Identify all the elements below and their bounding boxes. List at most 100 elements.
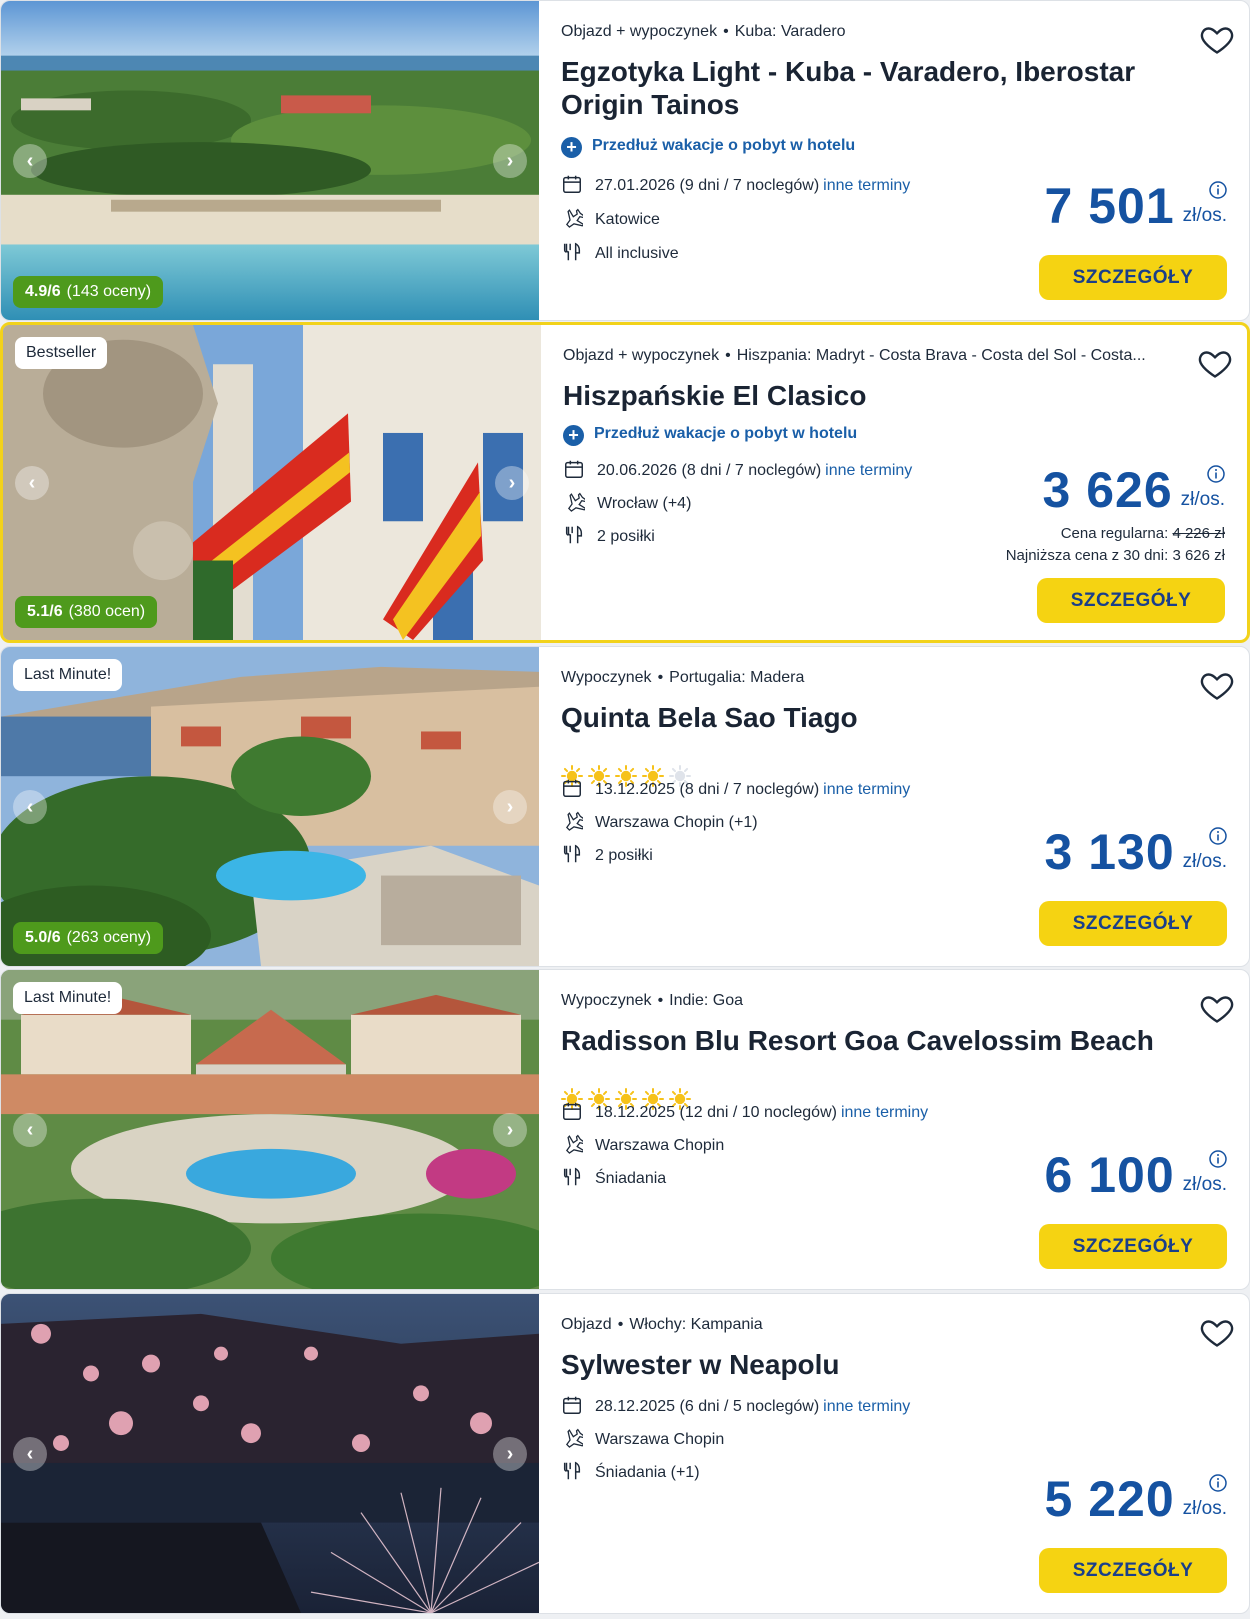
details-button[interactable]: SZCZEGÓŁY (1039, 901, 1227, 946)
offer-card-featured[interactable]: Bestseller ‹ › 5.1/6 (380 ocen) Objazd + … (0, 322, 1250, 643)
photo-prev-button[interactable]: ‹ (13, 1436, 47, 1471)
offer-photo[interactable]: Last Minute! ‹ › (1, 970, 539, 1289)
details-button[interactable]: SZCZEGÓŁY (1039, 1224, 1227, 1269)
offer-category: Wypoczynek (561, 669, 652, 686)
other-dates-link[interactable]: inne terminy (823, 781, 910, 798)
offer-title[interactable]: Radisson Blu Resort Goa Cavelossim Beach (561, 1024, 1181, 1057)
price-unit: zł/os. (1182, 205, 1227, 226)
info-icon[interactable] (1207, 465, 1225, 483)
price-amount: 6 100 (1044, 1147, 1175, 1203)
info-icon[interactable] (1209, 181, 1227, 199)
fork-knife-icon (561, 1460, 583, 1482)
offer-board-row: Śniadania (561, 1166, 666, 1188)
offer-date-row: 27.01.2026 (9 dni / 7 noclegów) inne term… (561, 173, 910, 195)
calendar-icon (563, 458, 585, 480)
offer-date: 28.12.2025 (6 dni / 5 noclegów) (595, 1398, 820, 1415)
extend-stay-link[interactable]: + Przedłuż wakacje o pobyt w hotelu (561, 137, 855, 158)
offer-board-row: Śniadania (+1) (561, 1460, 700, 1482)
extend-label: Przedłuż wakacje o pobyt w hotelu (592, 137, 856, 154)
offer-date-row: 20.06.2026 (8 dni / 7 noclegów) inne term… (563, 458, 912, 480)
plane-icon (561, 1427, 586, 1449)
offer-title[interactable]: Hiszpańskie El Clasico (563, 379, 1183, 412)
plane-icon (563, 491, 588, 513)
offer-photo[interactable]: Last Minute! ‹ › 5.0/6 (263 oceny) (1, 647, 539, 966)
lowest-price-row: Najniższa cena z 30 dni: 3 626 zł (1006, 545, 1225, 567)
offer-info: Objazd + wypoczynek • Hiszpania: Madryt - … (563, 325, 1247, 640)
offer-departure: Katowice (595, 211, 660, 228)
offer-location: Hiszpania: Madryt - Costa Brava - Costa … (736, 347, 1146, 364)
offer-price: 5 220 zł/os. (1045, 1470, 1227, 1528)
details-button[interactable]: SZCZEGÓŁY (1039, 1548, 1227, 1593)
offer-card[interactable]: ‹ › Objazd • Włochy: Kampania Sylwester w … (0, 1293, 1250, 1614)
offer-title[interactable]: Quinta Bela Sao Tiago (561, 701, 1181, 734)
bestseller-badge: Bestseller (15, 337, 108, 369)
info-icon[interactable] (1209, 1474, 1227, 1492)
extend-stay-link[interactable]: + Przedłuż wakacje o pobyt w hotelu (563, 425, 857, 446)
price-amount: 3 130 (1044, 824, 1175, 880)
info-icon[interactable] (1209, 1150, 1227, 1168)
offer-board: 2 posiłki (595, 847, 653, 864)
heart-icon[interactable] (1199, 1314, 1235, 1350)
offer-price: 6 100 zł/os. (1045, 1146, 1227, 1204)
offer-board: 2 posiłki (597, 528, 655, 545)
details-button[interactable]: SZCZEGÓŁY (1039, 255, 1227, 300)
offer-photo[interactable]: ‹ › 4.9/6 (143 oceny) (1, 1, 539, 320)
photo-next-button[interactable]: › (493, 1112, 527, 1147)
plus-circle-icon: + (563, 425, 584, 446)
photo-prev-button[interactable]: ‹ (15, 465, 49, 500)
price-unit: zł/os. (1182, 1174, 1227, 1195)
offer-departure-row: Warszawa Chopin (+1) (561, 810, 758, 832)
regular-price-label: Cena regularna: (1060, 525, 1169, 542)
resort-beach-image (1, 1, 539, 320)
plus-circle-icon: + (561, 137, 582, 158)
fork-knife-icon (563, 524, 585, 546)
offer-departure: Wrocław (+4) (597, 495, 692, 512)
price-unit: zł/os. (1182, 851, 1227, 872)
price-notes: Cena regularna: 4 226 zł Najniższa cena … (1006, 523, 1225, 567)
info-icon[interactable] (1209, 827, 1227, 845)
offer-title[interactable]: Egzotyka Light - Kuba - Varadero, Iberos… (561, 55, 1181, 121)
offer-photo[interactable]: Bestseller ‹ › 5.1/6 (380 ocen) (3, 325, 541, 640)
offer-photo[interactable]: ‹ › (1, 1294, 539, 1613)
offer-card[interactable]: ‹ › 4.9/6 (143 oceny) Objazd + wypoczynek… (0, 0, 1250, 321)
offer-breadcrumb: Objazd + wypoczynek • Hiszpania: Madryt - … (563, 347, 1146, 364)
offer-card[interactable]: Last Minute! ‹ › 5.0/6 (263 oceny) Wypocz… (0, 646, 1250, 967)
offer-date: 27.01.2026 (9 dni / 7 noclegów) (595, 177, 820, 194)
fork-knife-icon (561, 241, 583, 263)
offer-breadcrumb: Wypoczynek • Indie: Goa (561, 992, 743, 1009)
other-dates-link[interactable]: inne terminy (825, 462, 912, 479)
heart-icon[interactable] (1199, 990, 1235, 1026)
photo-next-button[interactable]: › (493, 789, 527, 824)
photo-next-button[interactable]: › (493, 1436, 527, 1471)
offer-board: Śniadania (+1) (595, 1464, 700, 1481)
fork-knife-icon (561, 843, 583, 865)
photo-next-button[interactable]: › (495, 465, 529, 500)
other-dates-link[interactable]: inne terminy (823, 1398, 910, 1415)
other-dates-link[interactable]: inne terminy (841, 1104, 928, 1121)
offer-list: ‹ › 4.9/6 (143 oceny) Objazd + wypoczynek… (0, 0, 1250, 1619)
photo-next-button[interactable]: › (493, 143, 527, 178)
offer-title[interactable]: Sylwester w Neapolu (561, 1348, 1181, 1381)
offer-departure: Warszawa Chopin (595, 1431, 725, 1448)
heart-icon[interactable] (1199, 21, 1235, 57)
regular-price: 4 226 zł (1172, 525, 1225, 542)
offer-breadcrumb: Wypoczynek • Portugalia: Madera (561, 669, 805, 686)
offer-category: Objazd + wypoczynek (563, 347, 720, 364)
offer-info: Wypoczynek • Portugalia: Madera Quinta Bel… (561, 647, 1249, 966)
offer-category: Wypoczynek (561, 992, 652, 1009)
regular-price-row: Cena regularna: 4 226 zł (1006, 523, 1225, 545)
offer-card[interactable]: Last Minute! ‹ › Wypoczynek • Indie: Goa R… (0, 969, 1250, 1290)
details-button[interactable]: SZCZEGÓŁY (1037, 578, 1225, 623)
other-dates-link[interactable]: inne terminy (823, 177, 910, 194)
offer-breadcrumb: Objazd • Włochy: Kampania (561, 1316, 763, 1333)
photo-prev-button[interactable]: ‹ (13, 789, 47, 824)
offer-board: All inclusive (595, 245, 679, 262)
offer-category: Objazd (561, 1316, 612, 1333)
heart-icon[interactable] (1197, 345, 1233, 381)
heart-icon[interactable] (1199, 667, 1235, 703)
offer-info: Objazd • Włochy: Kampania Sylwester w Neap… (561, 1294, 1249, 1613)
photo-prev-button[interactable]: ‹ (13, 143, 47, 178)
photo-prev-button[interactable]: ‹ (13, 1112, 47, 1147)
offer-date: 20.06.2026 (8 dni / 7 noclegów) (597, 462, 822, 479)
offer-price: 7 501 zł/os. (1045, 177, 1227, 235)
